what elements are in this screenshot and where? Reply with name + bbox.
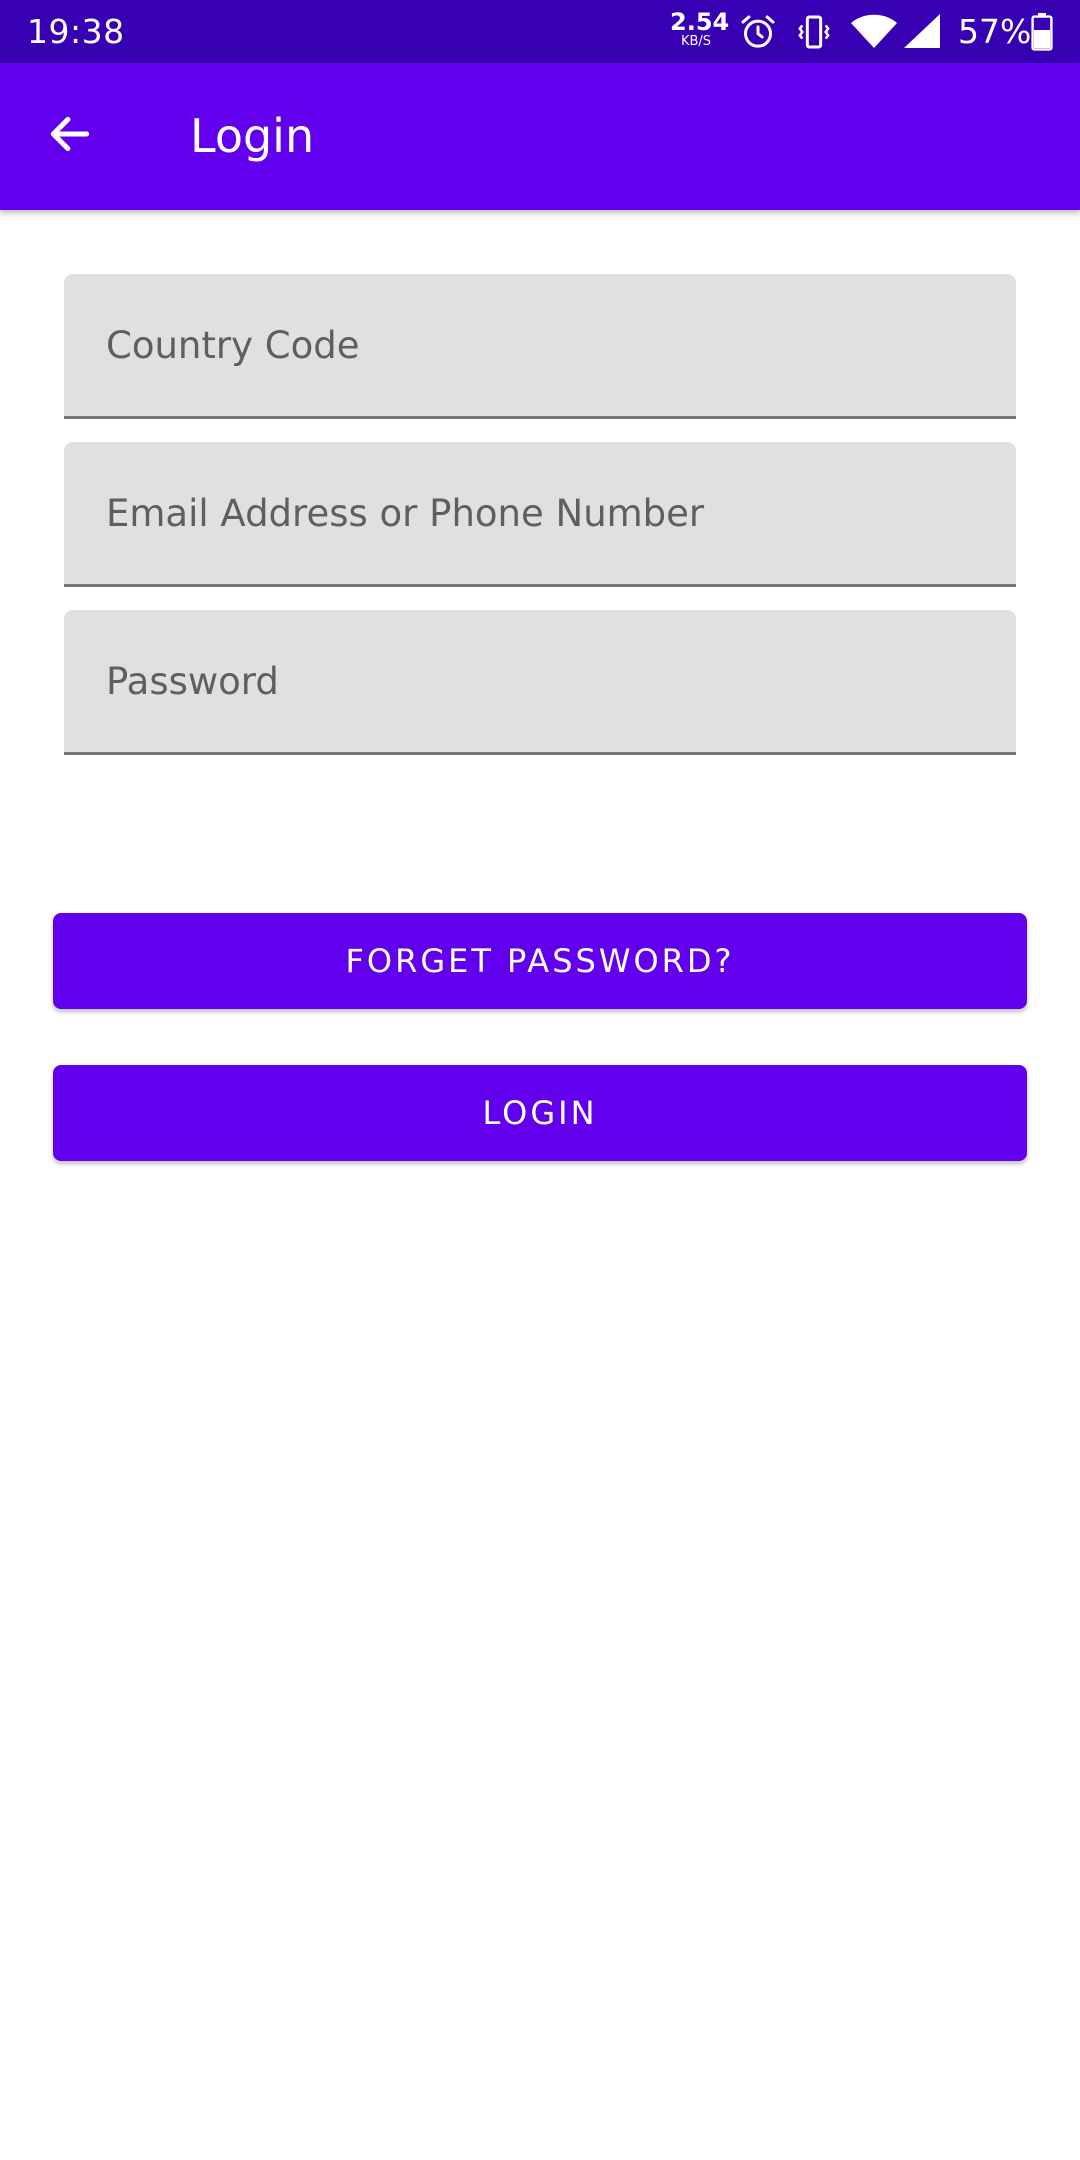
battery-percent: 57% [958, 12, 1032, 51]
alarm-icon [738, 12, 778, 56]
login-button[interactable]: LOGIN [53, 1065, 1027, 1161]
forget-password-label: FORGET PASSWORD? [345, 942, 735, 980]
back-button[interactable] [34, 100, 106, 172]
country-code-input[interactable] [64, 274, 1016, 416]
battery-icon [1031, 13, 1053, 55]
status-bar: 19:38 2.54 KB/S 57% [0, 0, 1080, 63]
arrow-back-icon [45, 109, 95, 163]
password-field[interactable] [64, 610, 1016, 755]
email-or-phone-input[interactable] [64, 442, 1016, 584]
wifi-icon [850, 14, 898, 54]
page-title: Login [190, 109, 315, 163]
network-speed-unit: KB/S [680, 34, 712, 49]
app-bar: Login [0, 63, 1080, 210]
country-code-field[interactable] [64, 274, 1016, 419]
network-speed: 2.54 KB/S [670, 8, 730, 49]
forget-password-button[interactable]: FORGET PASSWORD? [53, 913, 1027, 1009]
email-or-phone-field[interactable] [64, 442, 1016, 587]
status-time: 19:38 [27, 12, 125, 51]
login-label: LOGIN [482, 1094, 598, 1132]
signal-icon [904, 14, 940, 52]
vibrate-icon [794, 12, 834, 56]
password-input[interactable] [64, 610, 1016, 752]
network-speed-value: 2.54 [670, 8, 730, 36]
